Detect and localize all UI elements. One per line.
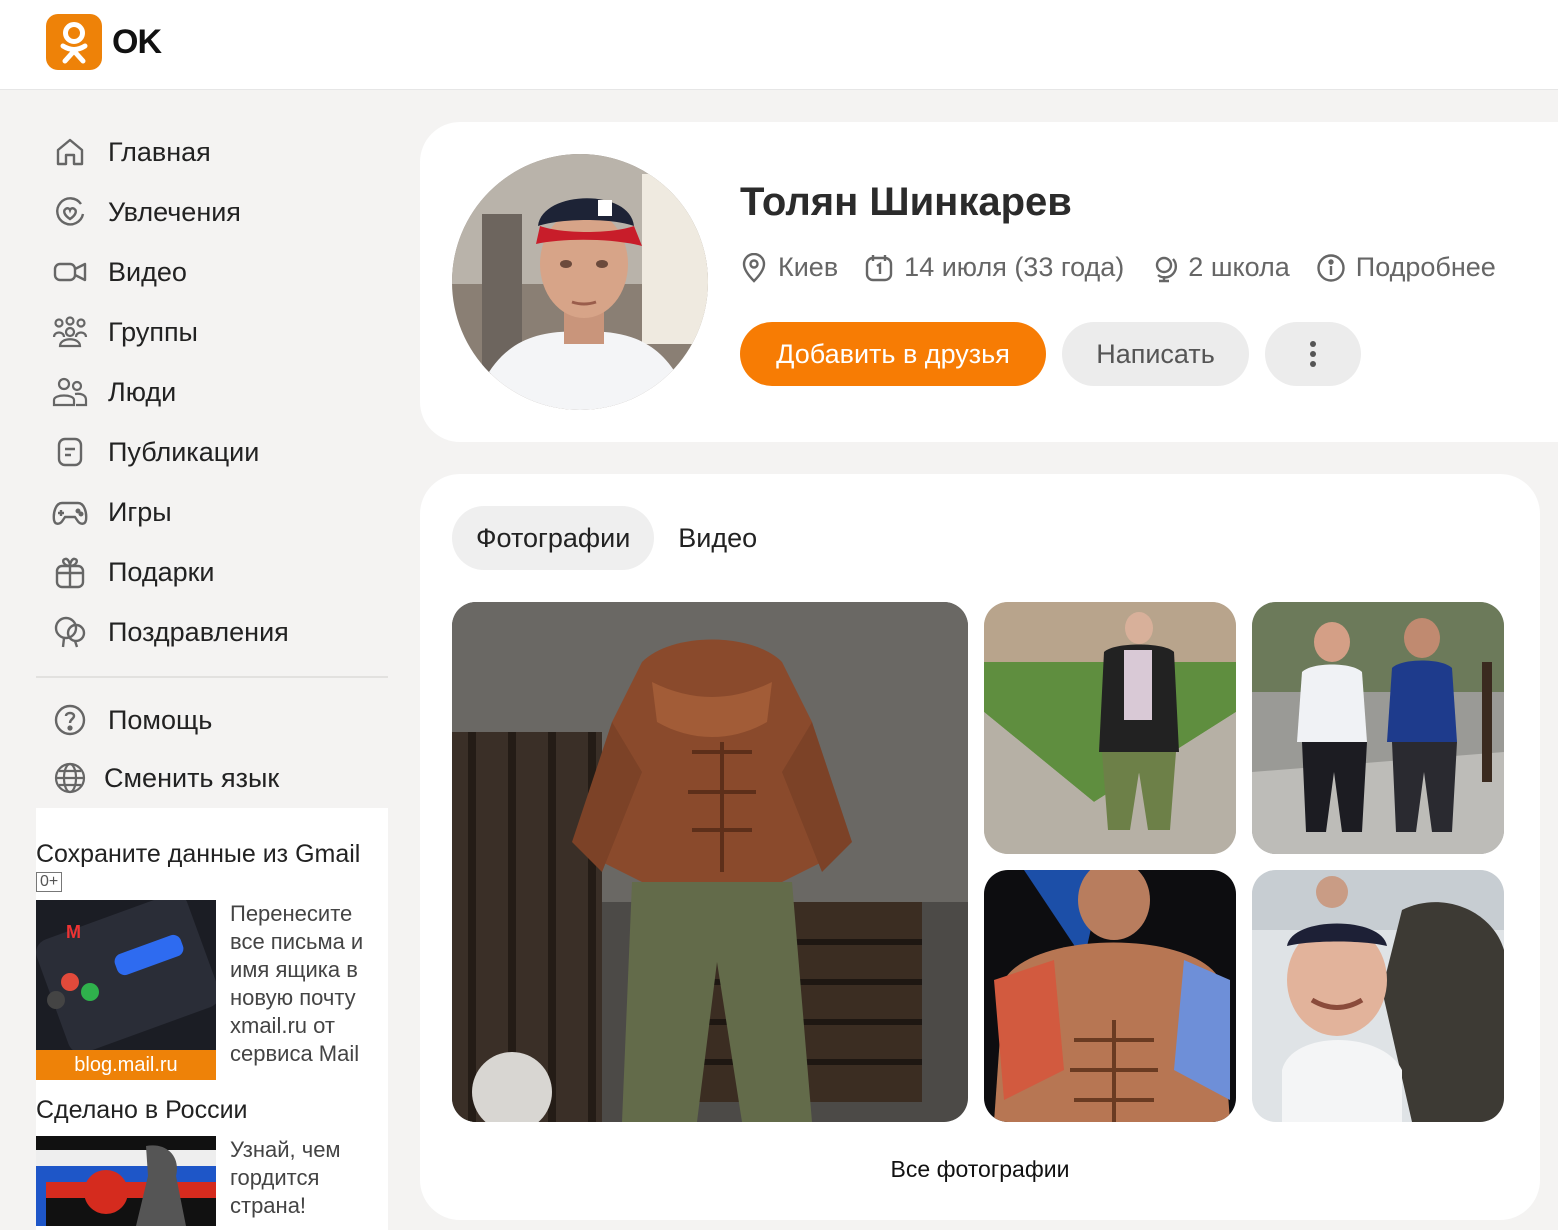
location-pin-icon — [742, 252, 766, 283]
svg-text:M: M — [66, 922, 81, 942]
profile-meta: Киев 14 июля (33 года) 2 школа Подробнее — [740, 252, 1522, 283]
calendar-icon — [865, 254, 893, 281]
sidebar-item-label: Подарки — [108, 556, 215, 587]
logo-text: OK — [112, 22, 162, 61]
gamepad-icon — [50, 492, 90, 532]
ad-title-russia[interactable]: Сделано в России — [36, 1094, 388, 1126]
ad-image-russia — [36, 1136, 216, 1226]
profile-birthday-text: 14 июля (33 года) — [904, 252, 1125, 282]
ok-logo[interactable]: OK — [46, 14, 162, 70]
more-vertical-icon — [1310, 341, 1316, 367]
sidebar-item-label: Публикации — [108, 436, 260, 467]
ad-block: Сохраните данные из Gmail 0+ M blog.mail… — [36, 808, 388, 1230]
profile-city-text: Киев — [778, 252, 839, 282]
photo-tile-large[interactable] — [452, 602, 968, 1122]
sidebar-divider — [36, 676, 388, 678]
globe-icon — [50, 758, 90, 798]
all-photos-link[interactable]: Все фотографии — [420, 1156, 1540, 1183]
profile-school-text: 2 школа — [1188, 252, 1290, 282]
groups-icon — [50, 312, 90, 352]
ad-image-mail: M blog.mail.ru — [36, 900, 216, 1080]
media-card: Фотографии Видео Все фотографии — [420, 474, 1540, 1220]
photo-tile-2[interactable] — [984, 602, 1236, 854]
add-friend-button[interactable]: Добавить в друзья — [740, 322, 1046, 386]
photo-tile-3[interactable] — [1252, 602, 1504, 854]
sidebar-item-home[interactable]: Главная — [36, 122, 388, 182]
balloons-icon — [50, 612, 90, 652]
profile-more-text: Подробнее — [1355, 252, 1496, 282]
globe-stand-icon — [1156, 256, 1178, 282]
sidebar-item-label: Сменить язык — [104, 762, 280, 793]
gift-icon — [50, 552, 90, 592]
ad-title[interactable]: Сохраните данные из Gmail — [36, 838, 388, 870]
video-camera-icon — [50, 252, 90, 292]
info-icon — [1317, 253, 1345, 282]
publications-icon — [50, 432, 90, 472]
sidebar-item-label: Видео — [108, 256, 187, 287]
photo-tile-5[interactable] — [1252, 870, 1504, 1122]
ok-logo-icon — [46, 14, 102, 70]
sidebar-item-label: Увлечения — [108, 196, 241, 227]
sidebar-item-label: Люди — [108, 376, 177, 407]
hobby-heart-icon — [50, 192, 90, 232]
sidebar-item-language[interactable]: Сменить язык — [36, 750, 388, 806]
profile-name: Толян Шинкарев — [740, 180, 1072, 224]
ad-item-russia[interactable]: Узнай, чем гордится страна! — [36, 1136, 388, 1226]
sidebar-item-label: Помощь — [108, 704, 213, 735]
sidebar-item-games[interactable]: Игры — [36, 482, 388, 542]
people-icon — [50, 372, 90, 412]
tab-video[interactable]: Видео — [654, 506, 781, 570]
profile-more-info[interactable]: Подробнее — [1316, 252, 1496, 283]
sidebar-item-label: Поздравления — [108, 616, 289, 647]
sidebar-item-label: Главная — [108, 136, 211, 167]
help-icon — [50, 700, 90, 740]
media-tabs: Фотографии Видео — [452, 506, 781, 570]
sidebar-item-hobbies[interactable]: Увлечения — [36, 182, 388, 242]
sidebar-item-gifts[interactable]: Подарки — [36, 542, 388, 602]
tab-photos[interactable]: Фотографии — [452, 506, 655, 570]
profile-birthday: 14 июля (33 года) — [864, 252, 1124, 283]
sidebar-item-people[interactable]: Люди — [36, 362, 388, 422]
sidebar-item-label: Группы — [108, 316, 198, 347]
sidebar-item-video[interactable]: Видео — [36, 242, 388, 302]
top-bar: OK — [0, 0, 1558, 90]
profile-school[interactable]: 2 школа — [1150, 252, 1290, 283]
sidebar-item-congratulations[interactable]: Поздравления — [36, 602, 388, 662]
ad-text-russia: Узнай, чем гордится страна! — [230, 1137, 341, 1218]
home-icon — [50, 132, 90, 172]
sidebar-item-help[interactable]: Помощь — [36, 690, 388, 750]
ad-source-label: blog.mail.ru — [36, 1050, 216, 1080]
sidebar-item-label: Игры — [108, 496, 172, 527]
ad-text: Перенесите все письма и имя ящика в нову… — [230, 901, 364, 1066]
ad-item-mail[interactable]: M blog.mail.ru Перенесите все письма и и… — [36, 900, 388, 1080]
write-message-button[interactable]: Написать — [1062, 322, 1249, 386]
photo-tile-4[interactable] — [984, 870, 1236, 1122]
profile-card: Толян Шинкарев Киев 14 июля (33 года) 2 … — [420, 122, 1558, 442]
sidebar-item-publications[interactable]: Публикации — [36, 422, 388, 482]
sidebar-item-groups[interactable]: Группы — [36, 302, 388, 362]
age-rating-badge: 0+ — [36, 872, 63, 892]
profile-avatar[interactable] — [452, 154, 708, 410]
profile-city[interactable]: Киев — [740, 252, 838, 283]
sidebar-nav: Главная Увлечения Видео Группы Люди Публ… — [36, 122, 388, 806]
more-menu-button[interactable] — [1265, 322, 1361, 386]
